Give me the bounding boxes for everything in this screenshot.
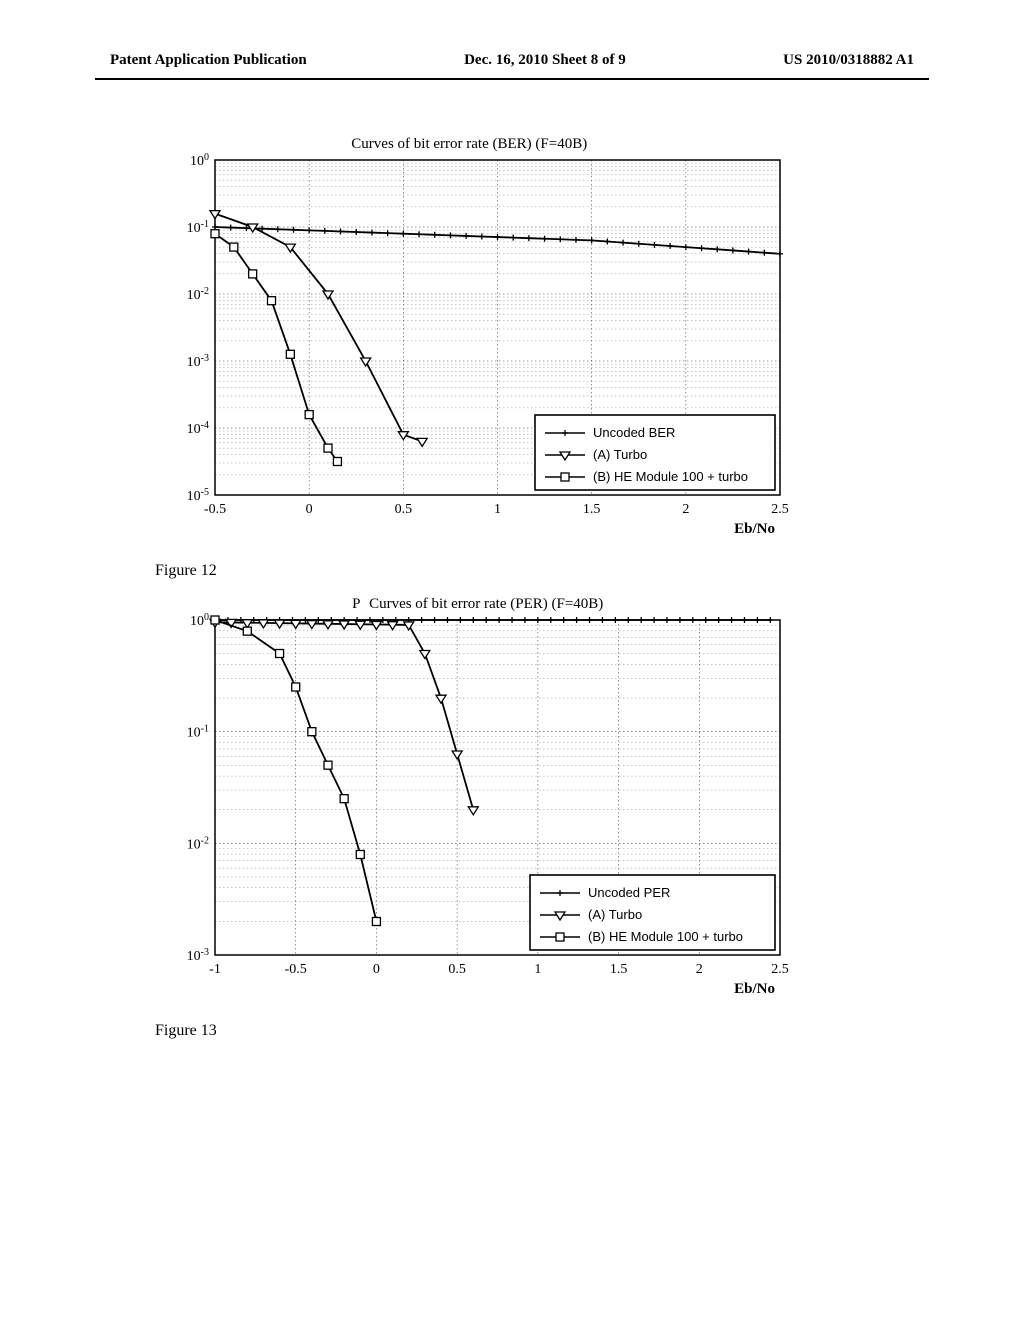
header-center: Dec. 16, 2010 Sheet 8 of 9: [464, 52, 626, 69]
svg-text:2: 2: [682, 502, 689, 517]
figure-13: Curves of bit error rate (PER) (F=40B) P 1…: [155, 590, 914, 1040]
svg-text:1.5: 1.5: [610, 962, 628, 977]
svg-text:10-3: 10-3: [187, 947, 209, 965]
page-header: Patent Application Publication Dec. 16, …: [0, 52, 1024, 69]
svg-text:10-1: 10-1: [187, 723, 209, 741]
svg-text:10-4: 10-4: [187, 420, 209, 438]
svg-text:-0.5: -0.5: [285, 962, 307, 977]
svg-text:Curves of bit error rate (PE: Curves of bit error rate (PER) (F=40B): [369, 596, 603, 612]
svg-text:Eb/No: Eb/No: [734, 981, 775, 997]
svg-text:2.5: 2.5: [771, 962, 789, 977]
svg-text:(A) Turbo: (A) Turbo: [588, 907, 642, 922]
svg-text:0: 0: [306, 502, 313, 517]
header-rule: [95, 78, 929, 80]
svg-text:(B) HE Module 100 + turbo: (B) HE Module 100 + turbo: [593, 469, 748, 484]
svg-text:10-3: 10-3: [187, 353, 209, 371]
svg-text:-1: -1: [209, 962, 221, 977]
svg-text:Eb/No: Eb/No: [734, 521, 775, 537]
svg-text:0.5: 0.5: [448, 962, 466, 977]
svg-text:Uncoded PER: Uncoded PER: [588, 885, 670, 900]
figure-12-caption: Figure 12: [155, 562, 914, 580]
svg-text:-0.5: -0.5: [204, 502, 226, 517]
svg-text:Uncoded BER: Uncoded BER: [593, 425, 675, 440]
svg-text:1: 1: [494, 502, 501, 517]
header-right: US 2010/0318882 A1: [783, 52, 914, 69]
figure-12: Curves of bit error rate (BER) (F=40B)10…: [155, 130, 914, 580]
svg-text:100: 100: [190, 152, 209, 170]
svg-text:P: P: [352, 596, 360, 612]
svg-text:0: 0: [373, 962, 380, 977]
svg-text:(B) HE Module 100 + turbo: (B) HE Module 100 + turbo: [588, 929, 743, 944]
svg-text:2: 2: [696, 962, 703, 977]
svg-text:10-2: 10-2: [187, 835, 209, 853]
svg-text:10-2: 10-2: [187, 286, 209, 304]
svg-text:Curves of bit error rate (BE: Curves of bit error rate (BER) (F=40B): [351, 136, 587, 152]
svg-text:10-1: 10-1: [187, 219, 209, 237]
svg-text:(A) Turbo: (A) Turbo: [593, 447, 647, 462]
svg-text:2.5: 2.5: [771, 502, 789, 517]
header-left: Patent Application Publication: [110, 52, 307, 69]
figure-13-caption: Figure 13: [155, 1022, 914, 1040]
chart-per: Curves of bit error rate (PER) (F=40B) P 1…: [155, 590, 795, 1010]
chart-ber: Curves of bit error rate (BER) (F=40B)10…: [155, 130, 795, 550]
svg-text:0.5: 0.5: [395, 502, 413, 517]
svg-text:1.5: 1.5: [583, 502, 601, 517]
svg-text:1: 1: [534, 962, 541, 977]
svg-text:100: 100: [190, 612, 209, 630]
